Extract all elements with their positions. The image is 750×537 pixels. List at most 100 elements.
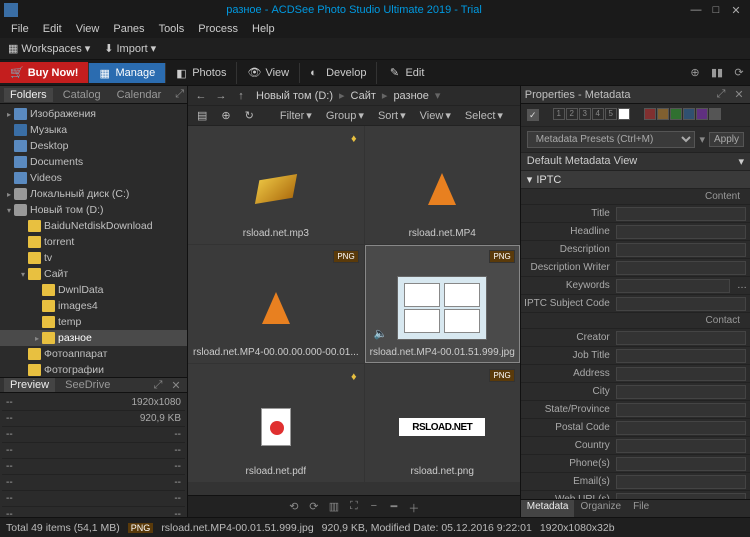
more-button[interactable]: … <box>734 280 750 291</box>
meta-input[interactable] <box>616 475 746 489</box>
group-dropdown[interactable]: Group ▾ <box>321 108 369 123</box>
left-tab-catalog[interactable]: Catalog <box>57 88 107 102</box>
tree-row[interactable]: ▸tv <box>0 250 187 266</box>
tab-develop[interactable]: ◐Develop <box>299 63 376 83</box>
zoom-in-icon[interactable]: ＋ <box>407 500 421 514</box>
mode-365-icon[interactable]: ⊕ <box>684 66 706 79</box>
buy-now-button[interactable]: 🛒 Buy Now! <box>0 62 88 83</box>
tree-row[interactable]: ▸Изображения <box>0 106 187 122</box>
meta-input[interactable] <box>616 261 746 275</box>
menu-tools[interactable]: Tools <box>152 22 192 36</box>
meta-input[interactable] <box>616 367 746 381</box>
tree-row[interactable]: ▸Desktop <box>0 138 187 154</box>
tag-checkbox[interactable]: ✓ <box>527 109 539 121</box>
import-button[interactable]: ⬇ Import ▾ <box>100 41 160 56</box>
sort-dropdown[interactable]: Sort ▾ <box>373 108 411 123</box>
zoom-out-icon[interactable]: − <box>367 500 381 514</box>
tree-row[interactable]: ▸DwnlData <box>0 282 187 298</box>
prop-tab-file[interactable]: File <box>627 500 655 517</box>
dashboard-icon[interactable]: ▮▮ <box>706 66 728 79</box>
menu-edit[interactable]: Edit <box>36 22 69 36</box>
thumbnail[interactable]: PNGrsload.net.MP4-00.00.00.000-00.01... <box>188 245 364 363</box>
maximize-button[interactable]: □ <box>706 4 726 16</box>
menu-panes[interactable]: Panes <box>106 22 151 36</box>
workspaces-button[interactable]: ▦ Workspaces ▾ <box>4 41 94 56</box>
tree-row[interactable]: ▸Фотографии <box>0 362 187 377</box>
thumbnail[interactable]: rsload.net.MP4 <box>365 126 520 244</box>
refresh-button[interactable]: ↻ <box>240 108 259 123</box>
tree-row[interactable]: ▸Documents <box>0 154 187 170</box>
select-dropdown[interactable]: Select ▾ <box>460 108 508 123</box>
tree-row[interactable]: ▸temp <box>0 314 187 330</box>
crumb-2[interactable]: разное <box>389 89 432 103</box>
nav-forward-button[interactable]: → <box>212 88 230 104</box>
tree-row[interactable]: ▸Музыка <box>0 122 187 138</box>
props-expand-icon[interactable]: ⤢ <box>714 88 728 101</box>
menu-view[interactable]: View <box>69 22 107 36</box>
fullscreen-icon[interactable]: ⛶ <box>347 500 361 514</box>
meta-input[interactable] <box>616 421 746 435</box>
metadata-presets-select[interactable]: Metadata Presets (Ctrl+M) <box>527 131 696 148</box>
metadata-view-dropdown[interactable]: Default Metadata View ▾ <box>521 152 750 171</box>
thumbnail-grid[interactable]: ♦rsload.net.mp3rsload.net.MP4PNGrsload.n… <box>188 126 520 495</box>
meta-input[interactable] <box>616 297 746 311</box>
thumbnail[interactable]: ♦rsload.net.mp3 <box>188 126 364 244</box>
view-dropdown[interactable]: View ▾ <box>415 108 456 123</box>
tab-edit[interactable]: ✎Edit <box>376 62 434 84</box>
tree-row[interactable]: ▸torrent <box>0 234 187 250</box>
meta-input[interactable] <box>616 331 746 345</box>
apply-button[interactable]: Apply <box>709 132 744 147</box>
thumbnail[interactable]: PNGRSLOAD.NETrsload.net.png <box>365 364 520 482</box>
preview-expand-icon[interactable]: ⤢ <box>151 379 165 392</box>
seedrive-tab[interactable]: SeeDrive <box>59 378 116 392</box>
folder-tree[interactable]: ▸Изображения▸Музыка▸Desktop▸Documents▸Vi… <box>0 104 187 377</box>
meta-input[interactable] <box>616 457 746 471</box>
rotate-right-icon[interactable]: ⟳ <box>307 500 321 514</box>
tree-row[interactable]: ▸Локальный диск (C:) <box>0 186 187 202</box>
meta-input[interactable] <box>616 225 746 239</box>
section-iptc[interactable]: ▾ IPTC <box>521 171 750 189</box>
crumb-1[interactable]: Сайт <box>347 89 380 103</box>
tab-manage[interactable]: ▦Manage <box>88 63 165 83</box>
props-close-icon[interactable]: ✕ <box>732 88 746 101</box>
expand-icon[interactable]: ⤢ <box>175 88 184 101</box>
close-button[interactable]: ✕ <box>726 4 746 17</box>
filter-dropdown[interactable]: Filter ▾ <box>275 108 317 123</box>
meta-input[interactable] <box>616 349 746 363</box>
meta-input[interactable] <box>616 279 730 293</box>
tree-row[interactable]: ▾Новый том (D:) <box>0 202 187 218</box>
tab-view[interactable]: 👁View <box>236 62 299 84</box>
crumb-0[interactable]: Новый том (D:) <box>252 89 337 103</box>
menu-file[interactable]: File <box>4 22 36 36</box>
tree-row[interactable]: ▸images4 <box>0 298 187 314</box>
tree-row[interactable]: ▾Сайт <box>0 266 187 282</box>
color-label-bar[interactable] <box>644 108 721 122</box>
preview-tab[interactable]: Preview <box>4 378 55 392</box>
tab-photos[interactable]: ◧Photos <box>165 63 236 83</box>
meta-input[interactable] <box>616 385 746 399</box>
thumbnail[interactable]: ♦rsload.net.pdf <box>188 364 364 482</box>
rating-bar[interactable]: 12345 <box>553 108 630 122</box>
compare-icon[interactable]: ▥ <box>327 500 341 514</box>
prop-tab-metadata[interactable]: Metadata <box>521 500 575 517</box>
tree-row[interactable]: ▸Videos <box>0 170 187 186</box>
nav-up-button[interactable]: ↑ <box>232 88 250 104</box>
nav-back-button[interactable]: ← <box>192 88 210 104</box>
meta-input[interactable] <box>616 403 746 417</box>
thumbnail[interactable]: PNG🔈rsload.net.MP4-00.01.51.999.jpg <box>365 245 520 363</box>
left-tab-folders[interactable]: Folders <box>4 88 53 102</box>
sort-az-button[interactable]: ▤ <box>192 108 212 123</box>
meta-input[interactable] <box>616 439 746 453</box>
meta-input[interactable] <box>616 243 746 257</box>
left-tab-calendar[interactable]: Calendar <box>111 88 168 102</box>
zoom-slider-icon[interactable]: ━ <box>387 500 401 514</box>
menu-help[interactable]: Help <box>245 22 282 36</box>
menu-process[interactable]: Process <box>191 22 245 36</box>
meta-input[interactable] <box>616 207 746 221</box>
sort-za-button[interactable]: ⊕ <box>216 108 235 123</box>
sync-icon[interactable]: ⟳ <box>728 66 750 79</box>
preview-close-icon[interactable]: ✕ <box>169 379 183 392</box>
tree-row[interactable]: ▸BaiduNetdiskDownload <box>0 218 187 234</box>
prop-tab-organize[interactable]: Organize <box>574 500 627 517</box>
rotate-left-icon[interactable]: ⟲ <box>287 500 301 514</box>
